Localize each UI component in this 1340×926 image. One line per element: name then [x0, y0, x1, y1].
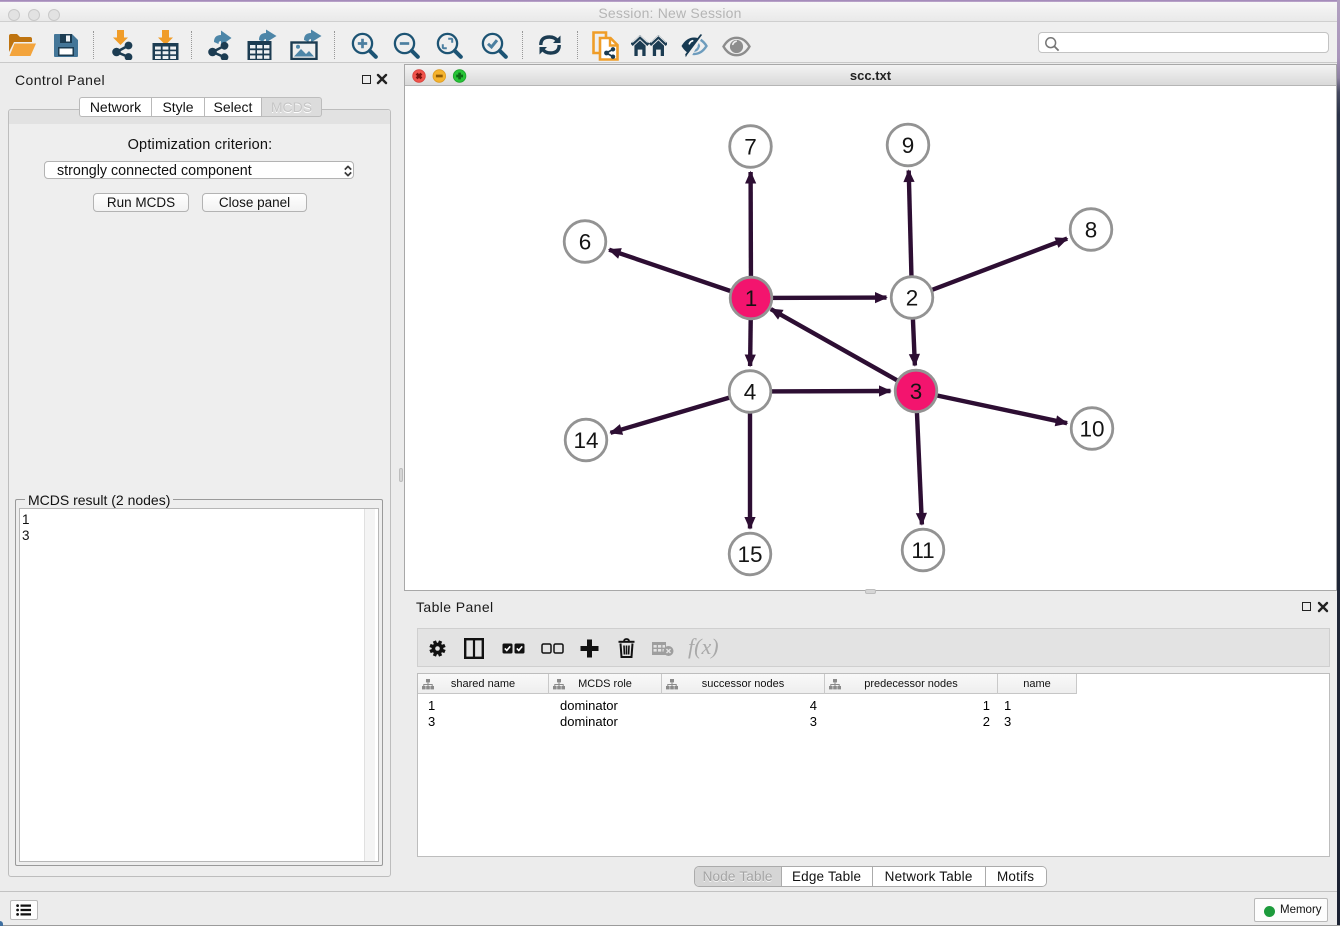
svg-text:7: 7 [744, 135, 757, 160]
svg-text:4: 4 [744, 380, 757, 405]
svg-text:9: 9 [902, 133, 915, 158]
svg-text:10: 10 [1079, 417, 1104, 442]
svg-text:11: 11 [911, 538, 934, 563]
svg-text:6: 6 [579, 230, 592, 255]
svg-text:8: 8 [1085, 218, 1098, 243]
svg-text:3: 3 [910, 379, 923, 404]
svg-text:1: 1 [745, 286, 758, 311]
svg-text:15: 15 [737, 542, 762, 567]
svg-text:14: 14 [573, 428, 598, 453]
svg-text:2: 2 [906, 286, 919, 311]
